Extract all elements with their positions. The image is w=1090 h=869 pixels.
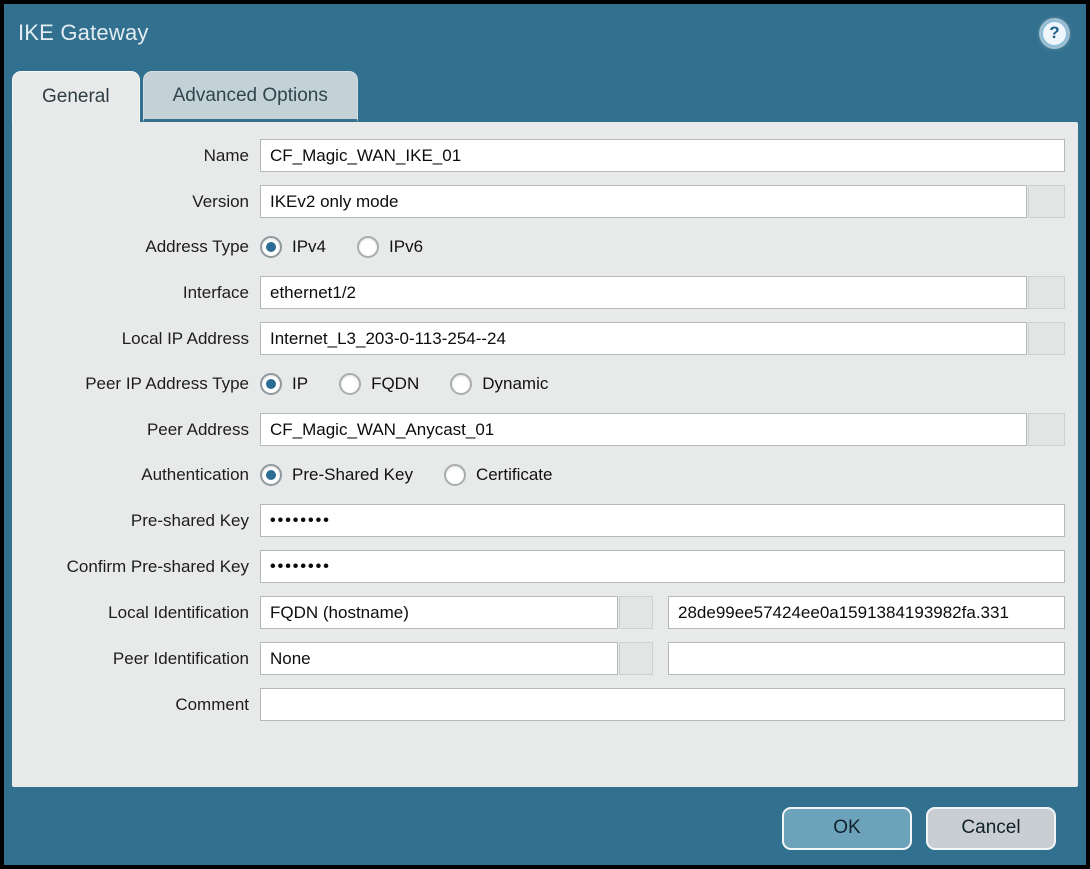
confirm-preshared-key-input[interactable]: ••••••••	[260, 550, 1065, 583]
name-row: Name CF_Magic_WAN_IKE_01	[12, 139, 1065, 172]
preshared-key-input[interactable]: ••••••••	[260, 504, 1065, 537]
local-identification-value-input[interactable]: 28de99ee57424ee0a1591384193982fa.331	[668, 596, 1065, 629]
local-ip-label: Local IP Address	[121, 328, 249, 348]
tab-bar: General Advanced Options	[4, 62, 1086, 122]
name-input[interactable]: CF_Magic_WAN_IKE_01	[260, 139, 1065, 172]
peer-ip-type-label: Peer IP Address Type	[85, 374, 249, 393]
address-type-row: Address Type IPv4 IPv6	[12, 231, 1065, 263]
radio-preshared-key[interactable]: Pre-Shared Key	[260, 464, 413, 486]
peer-address-row: Peer Address CF_Magic_WAN_Anycast_01	[12, 413, 1065, 446]
version-row: Version IKEv2 only mode	[12, 185, 1065, 218]
local-identification-dropdown-button[interactable]	[619, 596, 653, 629]
radio-ipv4[interactable]: IPv4	[260, 236, 326, 258]
tab-general[interactable]: General	[12, 71, 140, 122]
local-ip-dropdown-button[interactable]	[1028, 322, 1065, 355]
peer-identification-dropdown-button[interactable]	[619, 642, 653, 675]
radio-peer-dynamic[interactable]: Dynamic	[450, 373, 548, 395]
version-label: Version	[192, 191, 249, 211]
local-identification-label: Local Identification	[108, 602, 249, 622]
confirm-preshared-key-row: Confirm Pre-shared Key ••••••••	[12, 550, 1065, 583]
peer-address-select[interactable]: CF_Magic_WAN_Anycast_01	[260, 413, 1027, 446]
confirm-preshared-key-label: Confirm Pre-shared Key	[66, 556, 249, 576]
radio-peer-ip[interactable]: IP	[260, 373, 308, 395]
peer-identification-row: Peer Identification None	[12, 642, 1065, 675]
radio-peer-fqdn-icon	[339, 373, 362, 395]
local-identification-type-select[interactable]: FQDN (hostname)	[260, 596, 619, 629]
peer-ip-type-row: Peer IP Address Type IP FQDN Dynamic	[12, 368, 1065, 400]
radio-ipv4-icon	[260, 236, 282, 258]
ike-gateway-dialog: IKE Gateway ? General Advanced Options N…	[0, 0, 1090, 869]
radio-peer-ip-icon	[260, 373, 282, 395]
radio-certificate-icon	[443, 464, 466, 486]
radio-ipv6-icon	[357, 236, 380, 258]
comment-label: Comment	[175, 694, 249, 714]
interface-dropdown-button[interactable]	[1028, 276, 1065, 309]
peer-identification-type-select[interactable]: None	[260, 642, 619, 675]
local-ip-select[interactable]: Internet_L3_203-0-113-254--24	[260, 322, 1027, 355]
footer: OK Cancel	[4, 787, 1086, 865]
authentication-label: Authentication	[141, 465, 249, 484]
name-label: Name	[203, 145, 249, 165]
interface-row: Interface ethernet1/2	[12, 276, 1065, 309]
preshared-key-label: Pre-shared Key	[130, 510, 249, 530]
peer-address-label: Peer Address	[146, 419, 249, 439]
address-type-label: Address Type	[145, 237, 249, 256]
peer-address-dropdown-button[interactable]	[1028, 413, 1065, 446]
radio-peer-dynamic-icon	[450, 373, 473, 395]
radio-preshared-key-icon	[260, 464, 282, 486]
interface-label: Interface	[182, 282, 249, 302]
authentication-row: Authentication Pre-Shared Key Certificat…	[12, 459, 1065, 491]
titlebar: IKE Gateway ?	[4, 4, 1086, 62]
help-icon[interactable]: ?	[1041, 19, 1068, 47]
radio-peer-fqdn[interactable]: FQDN	[339, 373, 419, 395]
local-identification-row: Local Identification FQDN (hostname) 28d…	[12, 596, 1065, 629]
cancel-button[interactable]: Cancel	[926, 806, 1056, 850]
comment-row: Comment	[12, 688, 1065, 721]
local-ip-row: Local IP Address Internet_L3_203-0-113-2…	[12, 322, 1065, 355]
ok-button[interactable]: OK	[782, 806, 912, 850]
version-dropdown-button[interactable]	[1028, 185, 1065, 218]
peer-identification-value-input[interactable]	[668, 642, 1065, 675]
preshared-key-row: Pre-shared Key ••••••••	[12, 504, 1065, 537]
dialog-title: IKE Gateway	[18, 20, 149, 45]
general-tab-panel: Name CF_Magic_WAN_IKE_01 Version IKEv2 o…	[12, 122, 1078, 787]
version-select[interactable]: IKEv2 only mode	[260, 185, 1027, 218]
interface-select[interactable]: ethernet1/2	[260, 276, 1027, 309]
tab-advanced-options[interactable]: Advanced Options	[142, 71, 358, 122]
radio-certificate[interactable]: Certificate	[443, 464, 552, 486]
comment-input[interactable]	[260, 688, 1065, 721]
peer-identification-label: Peer Identification	[112, 648, 249, 668]
radio-ipv6[interactable]: IPv6	[357, 236, 423, 258]
